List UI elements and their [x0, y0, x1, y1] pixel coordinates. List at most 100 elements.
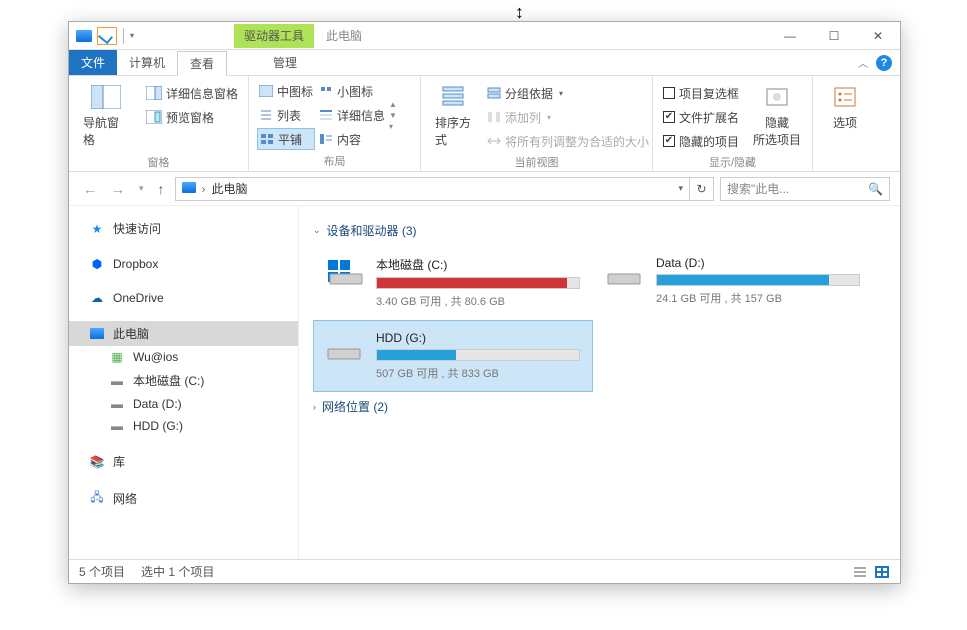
- layout-more-icon[interactable]: ▾: [389, 122, 399, 131]
- layout-scroll-down-icon[interactable]: ▼: [389, 111, 399, 120]
- fit-columns-button: 将所有列调整为合适的大小: [485, 130, 651, 152]
- layout-tiles[interactable]: 平铺: [257, 128, 315, 150]
- breadcrumb-this-pc[interactable]: 此电脑: [212, 180, 248, 197]
- navigation-pane-icon: [90, 84, 122, 110]
- add-columns-button: 添加列▾: [485, 106, 651, 128]
- drive-name: HDD (G:): [376, 331, 580, 345]
- preview-pane-icon: [146, 110, 162, 124]
- address-dropdown-icon[interactable]: ▾: [678, 183, 683, 194]
- content-pane[interactable]: ⌄ 设备和驱动器 (3) 本地磁盘 (C:)3.40 GB 可用 , 共 80.…: [299, 206, 900, 559]
- minimize-button[interactable]: —: [768, 22, 812, 50]
- status-bar: 5 个项目 选中 1 个项目: [69, 559, 900, 583]
- checkbox-icon: [663, 87, 675, 99]
- search-box[interactable]: 搜索"此电... 🔍: [720, 177, 890, 201]
- ribbon-group-currentview-label: 当前视图: [429, 152, 644, 172]
- tree-data-d[interactable]: ▬ Data (D:): [69, 393, 298, 415]
- back-button[interactable]: ←: [79, 181, 101, 197]
- status-selection: 选中 1 个项目: [141, 563, 214, 580]
- details-pane-icon: [146, 86, 162, 100]
- section-devices-header[interactable]: ⌄ 设备和驱动器 (3): [313, 216, 886, 245]
- close-button[interactable]: ✕: [856, 22, 900, 50]
- location-icon: [182, 182, 196, 196]
- checkbox-checked-icon: ✔: [663, 111, 675, 123]
- chevron-down-icon: ⌄: [313, 225, 321, 236]
- layout-content[interactable]: 内容: [317, 128, 387, 150]
- checkbox-item-checkboxes[interactable]: 项目复选框: [661, 82, 741, 104]
- tree-network[interactable]: 🖧 网络: [69, 486, 298, 511]
- qat-dropdown-icon[interactable]: ▾: [130, 31, 134, 40]
- forward-button[interactable]: →: [107, 181, 129, 197]
- layout-list[interactable]: 列表: [257, 104, 315, 126]
- details-pane-button[interactable]: 详细信息窗格: [144, 82, 240, 104]
- up-button[interactable]: ↑: [154, 181, 169, 197]
- ribbon-group-layout-label: 布局: [257, 151, 412, 171]
- checkbox-file-extensions[interactable]: ✔文件扩展名: [661, 106, 741, 128]
- list-icon: [259, 109, 273, 121]
- navigation-tree[interactable]: ★ 快速访问 ⬢ Dropbox ☁ OneDrive 此电脑: [69, 206, 299, 559]
- address-bar[interactable]: › 此电脑 ▾: [175, 177, 690, 201]
- contextual-tab-drivetools[interactable]: 驱动器工具: [234, 24, 314, 48]
- layout-medium-icons[interactable]: 中图标: [257, 80, 315, 102]
- fit-columns-icon: [487, 135, 501, 147]
- layout-scroll-up-icon[interactable]: ▲: [389, 100, 399, 109]
- chevron-right-icon: ›: [313, 402, 316, 412]
- tree-hdd-g[interactable]: ▬ HDD (G:): [69, 415, 298, 437]
- recent-dropdown-icon[interactable]: ▾: [135, 183, 148, 194]
- navigation-pane-button[interactable]: 导航窗格: [77, 80, 136, 152]
- options-icon: [829, 84, 861, 110]
- help-icon[interactable]: ?: [876, 55, 892, 71]
- tab-view[interactable]: 查看: [177, 51, 227, 76]
- drive-tile[interactable]: HDD (G:)507 GB 可用 , 共 833 GB: [313, 320, 593, 392]
- libraries-icon: 📚: [89, 455, 105, 469]
- app-icon: [75, 28, 93, 44]
- qat-separator: [123, 28, 124, 44]
- drive-icon: [326, 256, 366, 286]
- view-tiles-toggle[interactable]: [874, 565, 890, 579]
- drive-icon: [326, 331, 366, 361]
- tree-onedrive[interactable]: ☁ OneDrive: [69, 287, 298, 309]
- refresh-button[interactable]: ↻: [690, 177, 714, 201]
- ribbon: 导航窗格 详细信息窗格 预览窗格 窗格: [69, 76, 900, 172]
- checkbox-hidden-items[interactable]: ✔隐藏的项目: [661, 130, 741, 152]
- drive-usage-bar: [656, 274, 860, 286]
- drive-tile[interactable]: Data (D:)24.1 GB 可用 , 共 157 GB: [593, 245, 873, 320]
- tab-computer[interactable]: 计算机: [117, 50, 177, 75]
- view-details-toggle[interactable]: [852, 565, 868, 579]
- dropbox-icon: ⬢: [89, 257, 105, 271]
- tab-manage[interactable]: 管理: [261, 50, 309, 75]
- breadcrumb-separator-icon[interactable]: ›: [202, 182, 206, 196]
- onedrive-icon: ☁: [89, 291, 105, 305]
- qat-properties-button[interactable]: [97, 27, 117, 45]
- drive-icon: ▬: [109, 419, 125, 433]
- details-icon: [319, 109, 333, 121]
- tiles-icon: [260, 133, 274, 145]
- content-icon: [319, 133, 333, 145]
- tab-file[interactable]: 文件: [69, 50, 117, 75]
- group-by-button[interactable]: 分组依据▾: [485, 82, 651, 104]
- tree-local-c[interactable]: ▬ 本地磁盘 (C:): [69, 368, 298, 393]
- tree-dropbox[interactable]: ⬢ Dropbox: [69, 253, 298, 275]
- hide-selected-button[interactable]: 隐藏 所选项目: [749, 80, 805, 152]
- layout-small-icons[interactable]: 小图标: [317, 80, 387, 102]
- ribbon-group-showhide-label: 显示/隐藏: [661, 152, 804, 172]
- tree-this-pc[interactable]: 此电脑: [69, 321, 298, 346]
- options-button[interactable]: 选项: [821, 80, 869, 155]
- tree-libraries[interactable]: 📚 库: [69, 449, 298, 474]
- explorer-window: ▾ 驱动器工具 此电脑 — ☐ ✕ 文件 计算机 查看 管理 ︿ ?: [68, 21, 901, 584]
- drive-tile[interactable]: 本地磁盘 (C:)3.40 GB 可用 , 共 80.6 GB: [313, 245, 593, 320]
- drive-icon: ▬: [109, 374, 125, 388]
- resize-cursor-icon: ↕: [515, 2, 524, 23]
- sort-by-button[interactable]: 排序方式: [429, 80, 477, 152]
- ribbon-tabs: 文件 计算机 查看 管理 ︿ ?: [69, 50, 900, 76]
- tree-quick-access[interactable]: ★ 快速访问: [69, 216, 298, 241]
- pc-icon: [89, 327, 105, 341]
- section-network-header[interactable]: › 网络位置 (2): [313, 392, 886, 421]
- ribbon-collapse-icon[interactable]: ︿: [858, 55, 868, 70]
- drive-usage-bar: [376, 349, 580, 361]
- tree-wuios[interactable]: ▦ Wu@ios: [69, 346, 298, 368]
- layout-details[interactable]: 详细信息: [317, 104, 387, 126]
- hide-selected-icon: [761, 84, 793, 110]
- preview-pane-button[interactable]: 预览窗格: [144, 106, 240, 128]
- device-icon: ▦: [109, 350, 125, 364]
- maximize-button[interactable]: ☐: [812, 22, 856, 50]
